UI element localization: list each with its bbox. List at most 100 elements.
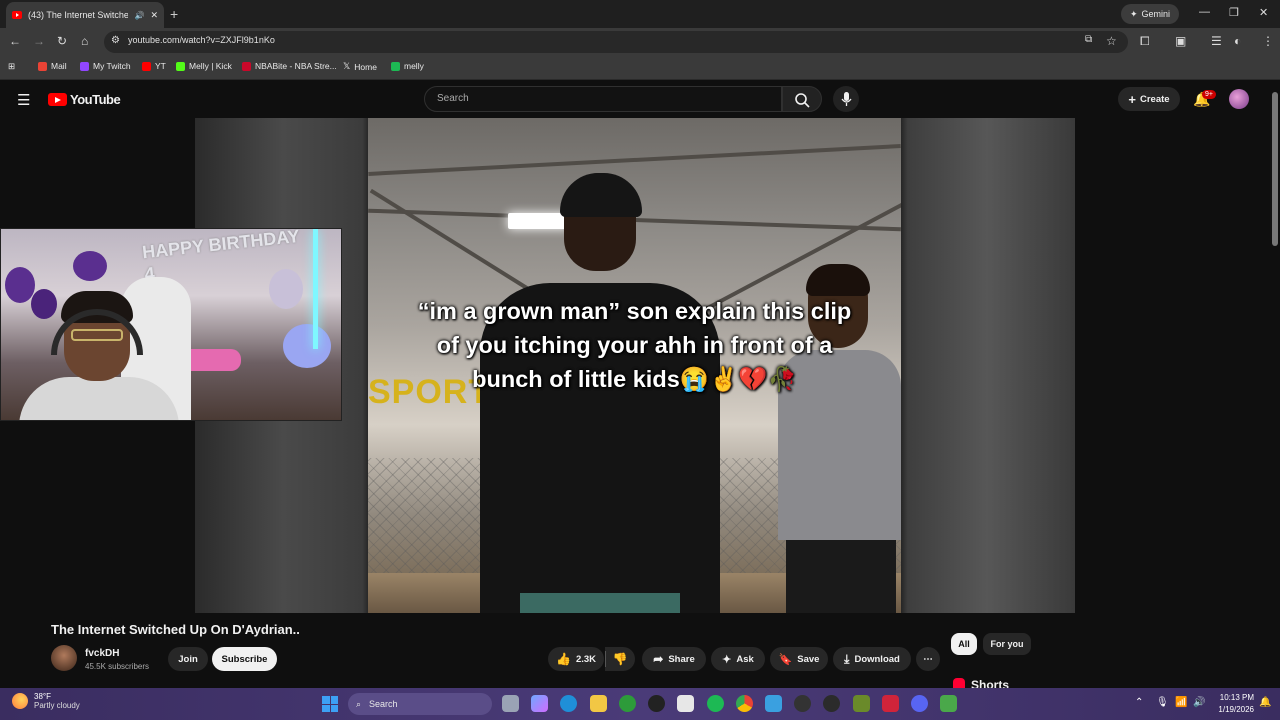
reload-icon[interactable]: ↻ xyxy=(57,34,67,48)
heart-balloon xyxy=(73,251,107,281)
more-actions-button[interactable]: ⋯ xyxy=(916,647,940,671)
video-title: The Internet Switched Up On D'Aydrian.. xyxy=(51,622,300,637)
nba-icon xyxy=(242,61,251,71)
search-icon: ⌕ xyxy=(356,698,362,709)
photos-icon[interactable] xyxy=(765,695,782,712)
silver-balloon xyxy=(269,269,303,309)
clock-time[interactable]: 10:13 PM xyxy=(1212,693,1254,702)
create-button[interactable]: + Create xyxy=(1118,87,1180,111)
edge-icon[interactable] xyxy=(560,695,577,712)
like-button[interactable]: 👍 2.3K xyxy=(548,647,604,671)
subscribe-button[interactable]: Subscribe xyxy=(212,647,277,671)
heart-balloon xyxy=(5,267,35,303)
bookmark-mail[interactable]: Mail xyxy=(38,61,67,71)
new-tab-button[interactable]: + xyxy=(170,6,178,22)
apps-grid-icon[interactable]: ⊞ xyxy=(8,61,15,72)
notification-badge: 9+ xyxy=(1202,90,1216,99)
browser-tab[interactable]: (43) The Internet Switched 🔊 ✕ xyxy=(6,2,164,28)
rafter xyxy=(368,144,901,176)
minecraft-icon[interactable] xyxy=(853,695,870,712)
close-window-icon[interactable]: ✕ xyxy=(1259,6,1268,19)
beanie xyxy=(560,173,642,217)
plus-icon: + xyxy=(1128,91,1136,107)
scrollbar-thumb[interactable] xyxy=(1272,92,1278,246)
x-icon: 𝕏 xyxy=(343,61,351,71)
join-button[interactable]: Join xyxy=(168,647,208,671)
thumbs-up-icon: 👍 xyxy=(555,652,571,666)
sparkle-icon: ✦ xyxy=(722,653,732,666)
search-input[interactable]: Search xyxy=(424,86,782,112)
media-player-icon[interactable] xyxy=(794,695,811,712)
volume-icon[interactable]: 🔊 xyxy=(1193,697,1205,708)
weather-temperature: 38°F xyxy=(34,692,51,701)
back-icon[interactable]: ← xyxy=(9,34,21,48)
chip-all[interactable]: All xyxy=(951,633,977,655)
extensions-icon[interactable]: ⧠ xyxy=(1140,34,1150,49)
steam-icon[interactable] xyxy=(648,695,665,712)
download-icon: ⤓ xyxy=(844,651,850,666)
heart-balloon xyxy=(31,289,57,319)
wifi-icon[interactable]: 📶 xyxy=(1175,697,1187,708)
avatar[interactable] xyxy=(1229,89,1249,109)
search-button[interactable] xyxy=(782,86,822,112)
close-tab-icon[interactable]: ✕ xyxy=(150,10,158,21)
minimize-icon[interactable]: — xyxy=(1199,6,1210,18)
menu-kebab-icon[interactable]: ⋮ xyxy=(1262,34,1274,48)
dislike-button[interactable]: 👎 xyxy=(605,647,635,671)
glasses xyxy=(71,329,123,341)
channel-avatar[interactable] xyxy=(51,645,77,671)
gmail-icon xyxy=(38,61,47,71)
copilot-icon[interactable] xyxy=(531,695,548,712)
chevron-up-icon[interactable]: ⌃ xyxy=(1135,697,1143,708)
file-explorer-icon[interactable] xyxy=(590,695,607,712)
youtube-play-icon xyxy=(48,93,67,106)
speaker-icon[interactable]: 🔊 xyxy=(134,11,144,20)
more-dots-icon: ⋯ xyxy=(923,653,933,665)
download-button[interactable]: ⤓ Download xyxy=(833,647,911,671)
sidepanel-icon[interactable]: ▣ xyxy=(1175,34,1186,48)
microphone-icon[interactable]: 🎙 xyxy=(1156,697,1169,708)
bookmark-melly[interactable]: melly xyxy=(391,61,424,71)
share-button[interactable]: ➦ Share xyxy=(642,647,706,671)
store-icon[interactable] xyxy=(677,695,694,712)
clock-date[interactable]: 1/19/2026 xyxy=(1212,705,1254,714)
hamburger-menu-icon[interactable]: ☰ xyxy=(17,91,30,109)
forward-icon[interactable]: → xyxy=(33,34,45,48)
profile-icon[interactable]: ◐ xyxy=(1234,34,1241,48)
bookmark-yt[interactable]: YT xyxy=(142,61,166,71)
bookmark-star-icon[interactable]: ☆ xyxy=(1106,34,1117,48)
site-info-icon[interactable]: ⚙ xyxy=(111,35,120,46)
save-button[interactable]: 🔖 Save xyxy=(770,647,828,671)
twitch-icon xyxy=(80,61,89,71)
xbox-icon[interactable] xyxy=(619,695,636,712)
bookmark-kick[interactable]: Melly | Kick xyxy=(176,61,232,71)
weather-widget[interactable]: 38°F Partly cloudy xyxy=(12,692,80,710)
maximize-icon[interactable]: ❐ xyxy=(1229,6,1239,19)
chip-for-you[interactable]: For you xyxy=(983,633,1031,655)
app-icon[interactable] xyxy=(882,695,899,712)
channel-name[interactable]: fvckDH xyxy=(85,648,119,659)
chrome-icon[interactable] xyxy=(736,695,753,712)
gemini-button[interactable]: ✦ Gemini xyxy=(1121,4,1180,24)
spotify-icon[interactable] xyxy=(707,695,724,712)
home-icon[interactable]: ⌂ xyxy=(81,34,88,48)
app-icon[interactable] xyxy=(823,695,840,712)
install-icon[interactable]: ⧉ xyxy=(1085,34,1092,45)
reading-list-icon[interactable]: ☰ xyxy=(1211,34,1222,48)
youtube-favicon-icon xyxy=(12,11,22,19)
bookmark-twitch[interactable]: My Twitch xyxy=(80,61,131,71)
youtube-logo[interactable]: YouTube xyxy=(48,92,121,107)
bookmark-nbabite[interactable]: NBABite - NBA Stre... xyxy=(242,61,337,71)
bookmark-home[interactable]: 𝕏 Home xyxy=(343,61,377,72)
discord-icon[interactable] xyxy=(911,695,928,712)
taskbar-search[interactable]: ⌕ Search xyxy=(348,693,492,715)
start-button[interactable] xyxy=(322,696,338,712)
bookmark-icon: 🔖 xyxy=(778,653,793,666)
youtube-icon xyxy=(142,61,151,71)
task-view-icon[interactable] xyxy=(502,695,519,712)
notification-center-icon[interactable]: 🔔 xyxy=(1259,697,1271,708)
gemini-label: Gemini xyxy=(1141,9,1171,19)
ask-button[interactable]: ✦ Ask xyxy=(711,647,765,671)
app-icon[interactable] xyxy=(940,695,957,712)
voice-search-button[interactable] xyxy=(833,86,859,112)
